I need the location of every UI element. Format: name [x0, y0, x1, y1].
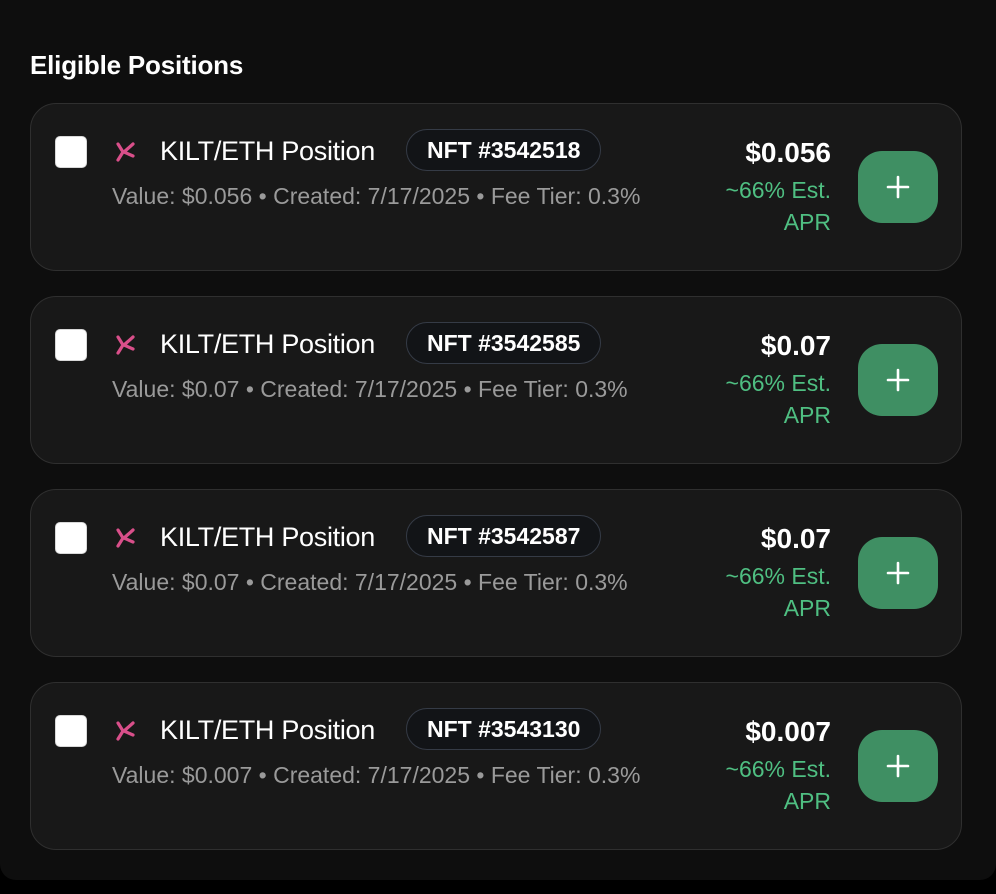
- position-value: $0.056: [745, 137, 831, 168]
- position-checkbox[interactable]: [55, 715, 87, 747]
- position-title: KILT/ETH Position: [160, 329, 375, 359]
- plus-icon: [886, 561, 910, 585]
- kilt-logo-icon: [116, 142, 135, 162]
- position-title: KILT/ETH Position: [160, 715, 375, 745]
- eligible-positions-panel: Eligible Positions KILT/ETH Position NFT…: [0, 0, 996, 880]
- position-checkbox[interactable]: [55, 522, 87, 554]
- position-checkbox[interactable]: [55, 329, 87, 361]
- position-meta: Value: $0.056 • Created: 7/17/2025 • Fee…: [112, 183, 641, 209]
- position-card: KILT/ETH Position NFT #3543130 Value: $0…: [30, 682, 962, 850]
- add-position-button[interactable]: [858, 151, 938, 223]
- nft-badge: NFT #3542518: [406, 129, 602, 171]
- apr-estimate: ~66% Est. APR: [725, 370, 831, 428]
- section-title: Eligible Positions: [30, 50, 244, 80]
- position-card: KILT/ETH Position NFT #3542587 Value: $0…: [30, 489, 962, 657]
- position-value: $0.007: [745, 716, 831, 747]
- apr-estimate: ~66% Est. APR: [725, 177, 831, 235]
- nft-badge: NFT #3542587: [406, 515, 602, 557]
- position-title: KILT/ETH Position: [160, 522, 375, 552]
- nft-badge: NFT #3542585: [406, 322, 602, 364]
- position-checkbox[interactable]: [55, 136, 87, 168]
- kilt-logo-icon: [116, 721, 135, 741]
- position-title: KILT/ETH Position: [160, 136, 375, 166]
- add-position-button[interactable]: [858, 537, 938, 609]
- apr-estimate: ~66% Est. APR: [725, 563, 831, 621]
- plus-icon: [886, 368, 910, 392]
- position-value: $0.07: [760, 330, 831, 361]
- position-meta: Value: $0.007 • Created: 7/17/2025 • Fee…: [112, 762, 641, 788]
- add-position-button[interactable]: [858, 730, 938, 802]
- position-list: KILT/ETH Position NFT #3542518 Value: $0…: [30, 103, 962, 875]
- position-meta: Value: $0.07 • Created: 7/17/2025 • Fee …: [112, 569, 628, 595]
- apr-estimate: ~66% Est. APR: [725, 756, 831, 814]
- position-meta: Value: $0.07 • Created: 7/17/2025 • Fee …: [112, 376, 628, 402]
- position-value: $0.07: [760, 523, 831, 554]
- kilt-logo-icon: [116, 335, 135, 355]
- nft-badge: NFT #3543130: [406, 708, 602, 750]
- plus-icon: [886, 754, 910, 778]
- position-card: KILT/ETH Position NFT #3542585 Value: $0…: [30, 296, 962, 464]
- plus-icon: [886, 175, 910, 199]
- position-card: KILT/ETH Position NFT #3542518 Value: $0…: [30, 103, 962, 271]
- add-position-button[interactable]: [858, 344, 938, 416]
- kilt-logo-icon: [116, 528, 135, 548]
